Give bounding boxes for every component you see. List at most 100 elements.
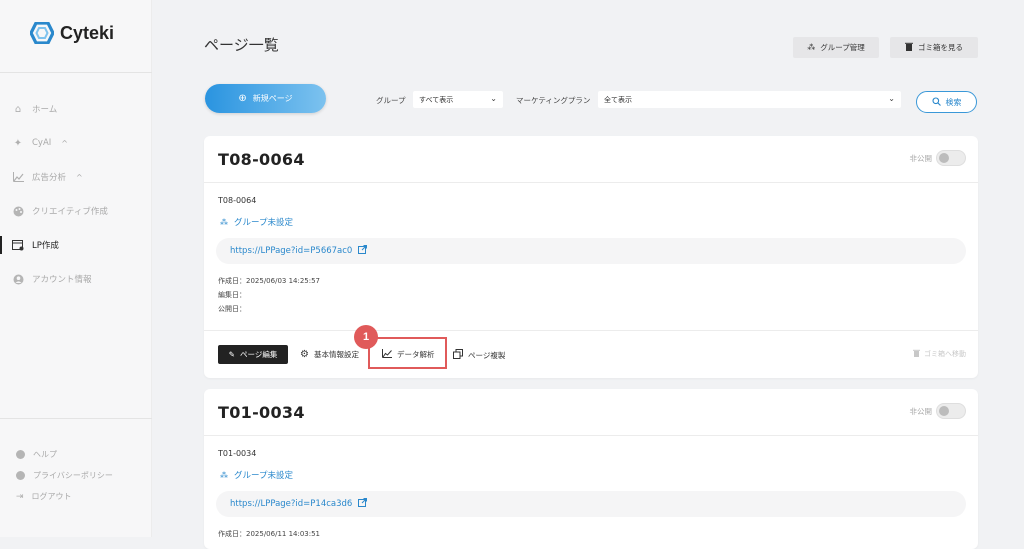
group-icon: ⁂ xyxy=(220,470,228,480)
card-actions: ✎ ページ編集 ⚙ 基本情報設定 データ解析 ページ複製 ゴミ箱へ移動 xyxy=(204,330,978,378)
sidebar-item-ad-analysis[interactable]: 広告分析 ^ xyxy=(0,166,152,188)
group-link[interactable]: ⁂ グループ未設定 xyxy=(220,469,293,482)
sidebar: Cyteki ⌂ ホーム ✦ CyAI ^ 広告分析 ^ クリエイティブ作成 L… xyxy=(0,0,152,537)
info-icon xyxy=(16,471,25,480)
logout-icon: ⇥ xyxy=(16,491,24,502)
card-header: T08-0064 非公開 xyxy=(204,136,978,183)
sparkle-icon: ✦ xyxy=(13,137,23,149)
chevron-down-icon: ⌄ xyxy=(888,94,895,103)
group-filter-label: グループ xyxy=(376,96,406,105)
page-card: T01-0034 非公開 T01-0034 ⁂ グループ未設定 https://… xyxy=(204,389,978,549)
page-title: ページ一覧 xyxy=(204,36,279,54)
publish-toggle[interactable] xyxy=(936,150,966,166)
external-link-icon xyxy=(358,245,368,257)
card-meta: 作成日：2025/06/03 14:25:57 編集日： 公開日： xyxy=(218,274,320,316)
sidebar-item-label: ホーム xyxy=(32,105,58,115)
trash-icon xyxy=(913,349,920,359)
page-url: https://LPPage?id=P14ca3d6 xyxy=(230,499,353,509)
sidebar-item-home[interactable]: ⌂ ホーム xyxy=(0,98,152,120)
card-page-name: T01-0034 xyxy=(218,449,257,458)
sidebar-item-label: 広告分析 xyxy=(32,173,67,183)
home-icon: ⌂ xyxy=(14,103,22,115)
main-content: ページ一覧 ⁂ グループ管理 ゴミ箱を見る ⊕ 新規ページ グループ すべて表示… xyxy=(152,0,1024,549)
group-select[interactable]: すべて表示 ⌄ xyxy=(413,91,503,108)
move-to-trash-label: ゴミ箱へ移動 xyxy=(924,350,966,358)
privacy-label: プライバシーポリシー xyxy=(33,471,113,480)
plan-select-value: 全て表示 xyxy=(604,95,632,104)
card-title: T01-0034 xyxy=(218,403,305,422)
published-date: 公開日： xyxy=(218,305,246,313)
pencil-icon: ✎ xyxy=(228,350,235,359)
basic-settings-button[interactable]: ⚙ 基本情報設定 xyxy=(300,349,359,360)
created-date: 作成日：2025/06/03 14:25:57 xyxy=(218,277,321,285)
help-icon xyxy=(16,450,25,459)
group-link-label: グループ未設定 xyxy=(234,471,293,481)
plan-filter-label: マーケティングプラン xyxy=(516,96,591,105)
basic-settings-label: 基本情報設定 xyxy=(313,350,359,359)
chart-icon xyxy=(12,171,24,183)
sidebar-divider xyxy=(0,72,152,73)
search-icon xyxy=(931,96,941,108)
group-link[interactable]: ⁂ グループ未設定 xyxy=(220,216,293,229)
external-link-icon xyxy=(358,498,368,510)
gear-icon: ⚙ xyxy=(300,349,309,360)
sidebar-divider xyxy=(0,418,152,419)
copy-icon xyxy=(453,349,463,361)
lp-icon xyxy=(12,239,24,251)
logo[interactable]: Cyteki xyxy=(30,22,114,44)
help-link[interactable]: ヘルプ xyxy=(0,449,152,460)
page-url-link[interactable]: https://LPPage?id=P5667ac0 xyxy=(216,238,966,264)
page-edit-label: ページ編集 xyxy=(239,350,278,359)
logout-link[interactable]: ⇥ ログアウト xyxy=(0,491,152,502)
new-page-button[interactable]: ⊕ 新規ページ xyxy=(205,84,326,113)
sidebar-item-account[interactable]: アカウント情報 xyxy=(0,268,152,290)
chevron-up-icon: ^ xyxy=(61,138,68,148)
page-url-link[interactable]: https://LPPage?id=P14ca3d6 xyxy=(216,491,966,517)
search-label: 検索 xyxy=(945,97,962,107)
cyteki-logo-icon xyxy=(30,22,54,44)
brand-name: Cyteki xyxy=(60,22,115,43)
created-date: 作成日：2025/06/11 14:03:51 xyxy=(218,530,321,538)
visibility-control: 非公開 xyxy=(909,403,966,419)
visibility-label: 非公開 xyxy=(909,153,933,163)
chevron-down-icon: ⌄ xyxy=(490,94,497,103)
sidebar-item-label: アカウント情報 xyxy=(32,275,92,285)
duplicate-page-button[interactable]: ページ複製 xyxy=(453,349,505,361)
edited-date: 編集日： xyxy=(218,291,246,299)
search-button[interactable]: 検索 xyxy=(916,91,977,113)
sidebar-item-label: CyAI xyxy=(32,138,52,148)
step-badge: 1 xyxy=(354,325,378,349)
sidebar-item-creative[interactable]: クリエイティブ作成 xyxy=(0,200,152,222)
card-header: T01-0034 非公開 xyxy=(204,389,978,436)
new-page-label: 新規ページ xyxy=(252,94,293,103)
sidebar-item-label: LP作成 xyxy=(32,241,59,251)
sidebar-item-cyai[interactable]: ✦ CyAI ^ xyxy=(0,132,152,154)
trash-view-label: ゴミ箱を見る xyxy=(918,43,963,52)
trash-view-button[interactable]: ゴミ箱を見る xyxy=(890,37,978,58)
plan-select[interactable]: 全て表示 ⌄ xyxy=(598,91,901,108)
page-card: T08-0064 非公開 T08-0064 ⁂ グループ未設定 https://… xyxy=(204,136,978,378)
group-manage-label: グループ管理 xyxy=(820,43,865,52)
page-edit-button[interactable]: ✎ ページ編集 xyxy=(218,345,288,364)
page-url: https://LPPage?id=P5667ac0 xyxy=(230,246,353,256)
privacy-policy-link[interactable]: プライバシーポリシー xyxy=(0,470,152,481)
card-page-name: T08-0064 xyxy=(218,196,257,205)
card-meta: 作成日：2025/06/11 14:03:51 xyxy=(218,527,320,541)
visibility-label: 非公開 xyxy=(909,406,933,416)
group-icon: ⁂ xyxy=(807,43,816,52)
group-manage-button[interactable]: ⁂ グループ管理 xyxy=(793,37,879,58)
logout-label: ログアウト xyxy=(31,492,72,501)
publish-toggle[interactable] xyxy=(936,403,966,419)
chevron-up-icon: ^ xyxy=(76,172,83,182)
plus-circle-icon: ⊕ xyxy=(238,93,247,104)
sidebar-item-lp[interactable]: LP作成 xyxy=(0,234,152,256)
group-icon: ⁂ xyxy=(220,217,228,227)
palette-icon xyxy=(12,205,24,217)
move-to-trash-button[interactable]: ゴミ箱へ移動 xyxy=(913,349,966,359)
help-label: ヘルプ xyxy=(33,450,57,459)
group-select-value: すべて表示 xyxy=(419,95,454,104)
visibility-control: 非公開 xyxy=(909,150,966,166)
trash-icon xyxy=(905,42,913,53)
duplicate-page-label: ページ複製 xyxy=(468,350,506,360)
card-title: T08-0064 xyxy=(218,150,305,169)
